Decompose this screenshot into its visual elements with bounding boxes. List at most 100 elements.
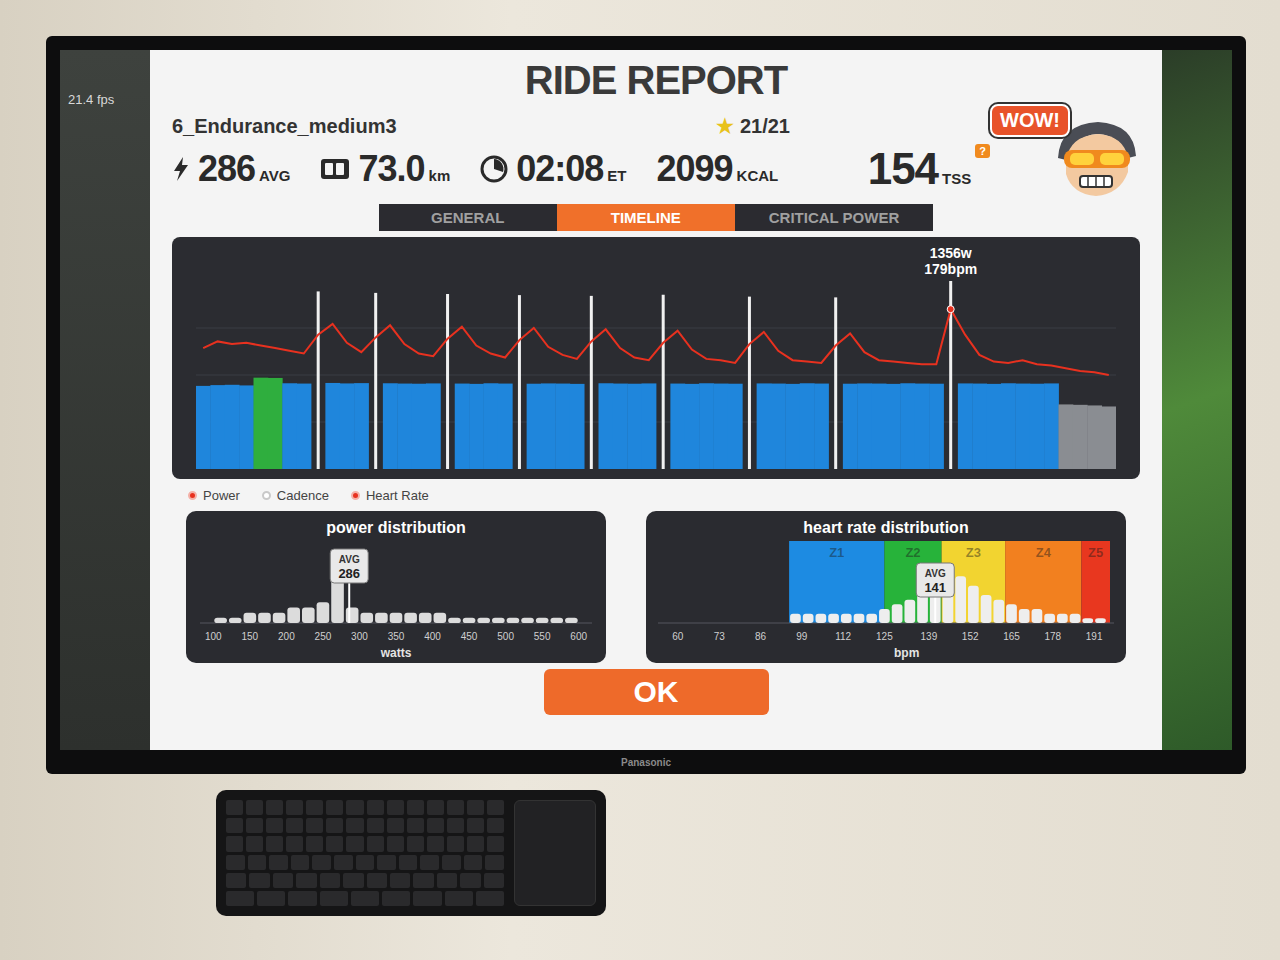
- key[interactable]: [286, 836, 303, 851]
- heart-rate-bin: [816, 614, 827, 623]
- key[interactable]: [320, 891, 348, 906]
- key-row: [226, 836, 504, 851]
- key[interactable]: [445, 891, 473, 906]
- key[interactable]: [467, 800, 484, 815]
- key[interactable]: [226, 800, 243, 815]
- tick-label: 73: [714, 631, 726, 642]
- power-bar: [757, 383, 772, 469]
- ride-report: RIDE REPORT6_Endurance_medium3★21/21286A…: [150, 50, 1162, 750]
- tv-brand: Panasonic: [621, 757, 671, 768]
- key[interactable]: [367, 836, 384, 851]
- tab[interactable]: CRITICAL POWER: [735, 204, 934, 231]
- help-badge[interactable]: ?: [975, 144, 990, 158]
- key[interactable]: [460, 873, 480, 888]
- key[interactable]: [249, 873, 269, 888]
- heart-rate-distribution-svg: Z1Z2Z3Z4Z5heart rate distributionAVG1416…: [646, 511, 1126, 663]
- key[interactable]: [346, 836, 363, 851]
- key[interactable]: [226, 836, 243, 851]
- key[interactable]: [266, 818, 283, 833]
- key[interactable]: [447, 800, 464, 815]
- tab[interactable]: TIMELINE: [557, 204, 735, 231]
- key[interactable]: [226, 855, 245, 870]
- key[interactable]: [467, 836, 484, 851]
- key[interactable]: [306, 836, 323, 851]
- key[interactable]: [326, 818, 343, 833]
- key[interactable]: [382, 891, 410, 906]
- key[interactable]: [464, 855, 483, 870]
- key[interactable]: [334, 855, 353, 870]
- key[interactable]: [296, 873, 316, 888]
- key[interactable]: [485, 855, 504, 870]
- key[interactable]: [399, 855, 418, 870]
- key[interactable]: [442, 855, 461, 870]
- legend-item[interactable]: Power: [188, 488, 240, 503]
- key[interactable]: [257, 891, 285, 906]
- key[interactable]: [356, 855, 375, 870]
- key[interactable]: [413, 873, 433, 888]
- key[interactable]: [326, 836, 343, 851]
- key[interactable]: [487, 836, 504, 851]
- key[interactable]: [288, 891, 316, 906]
- touchpad[interactable]: [514, 800, 596, 906]
- power-bar: [210, 385, 225, 469]
- key[interactable]: [346, 818, 363, 833]
- key[interactable]: [387, 800, 404, 815]
- key[interactable]: [226, 891, 254, 906]
- key[interactable]: [226, 818, 243, 833]
- key[interactable]: [420, 855, 439, 870]
- key[interactable]: [467, 818, 484, 833]
- key[interactable]: [273, 873, 293, 888]
- ok-button[interactable]: OK: [544, 669, 769, 715]
- key[interactable]: [427, 800, 444, 815]
- power-bin: [565, 618, 578, 623]
- key[interactable]: [312, 855, 331, 870]
- legend-item[interactable]: Cadence: [262, 488, 329, 503]
- key[interactable]: [487, 800, 504, 815]
- key[interactable]: [246, 800, 263, 815]
- key[interactable]: [351, 891, 379, 906]
- key[interactable]: [387, 818, 404, 833]
- key[interactable]: [246, 836, 263, 851]
- key[interactable]: [407, 836, 424, 851]
- key[interactable]: [387, 836, 404, 851]
- key[interactable]: [248, 855, 267, 870]
- key[interactable]: [306, 818, 323, 833]
- tick-label: 86: [755, 631, 767, 642]
- key[interactable]: [306, 800, 323, 815]
- tab[interactable]: GENERAL: [379, 204, 557, 231]
- key[interactable]: [487, 818, 504, 833]
- key[interactable]: [447, 836, 464, 851]
- key[interactable]: [246, 818, 263, 833]
- key[interactable]: [320, 873, 340, 888]
- key[interactable]: [437, 873, 457, 888]
- key[interactable]: [269, 855, 288, 870]
- key[interactable]: [343, 873, 363, 888]
- key[interactable]: [427, 818, 444, 833]
- key[interactable]: [413, 891, 441, 906]
- power-bin: [244, 613, 257, 623]
- key[interactable]: [286, 818, 303, 833]
- key[interactable]: [427, 836, 444, 851]
- key[interactable]: [484, 873, 504, 888]
- key[interactable]: [346, 800, 363, 815]
- power-bar: [570, 384, 585, 469]
- key[interactable]: [367, 873, 387, 888]
- key[interactable]: [286, 800, 303, 815]
- legend-dot: [188, 491, 197, 500]
- key[interactable]: [367, 800, 384, 815]
- key[interactable]: [291, 855, 310, 870]
- key[interactable]: [226, 873, 246, 888]
- legend-item[interactable]: Heart Rate: [351, 488, 429, 503]
- key[interactable]: [476, 891, 504, 906]
- heart-rate-bin: [904, 600, 915, 623]
- key[interactable]: [390, 873, 410, 888]
- key[interactable]: [447, 818, 464, 833]
- key[interactable]: [266, 836, 283, 851]
- key[interactable]: [367, 818, 384, 833]
- key[interactable]: [407, 818, 424, 833]
- key[interactable]: [326, 800, 343, 815]
- power-bar: [397, 384, 412, 469]
- key[interactable]: [407, 800, 424, 815]
- key[interactable]: [377, 855, 396, 870]
- key[interactable]: [266, 800, 283, 815]
